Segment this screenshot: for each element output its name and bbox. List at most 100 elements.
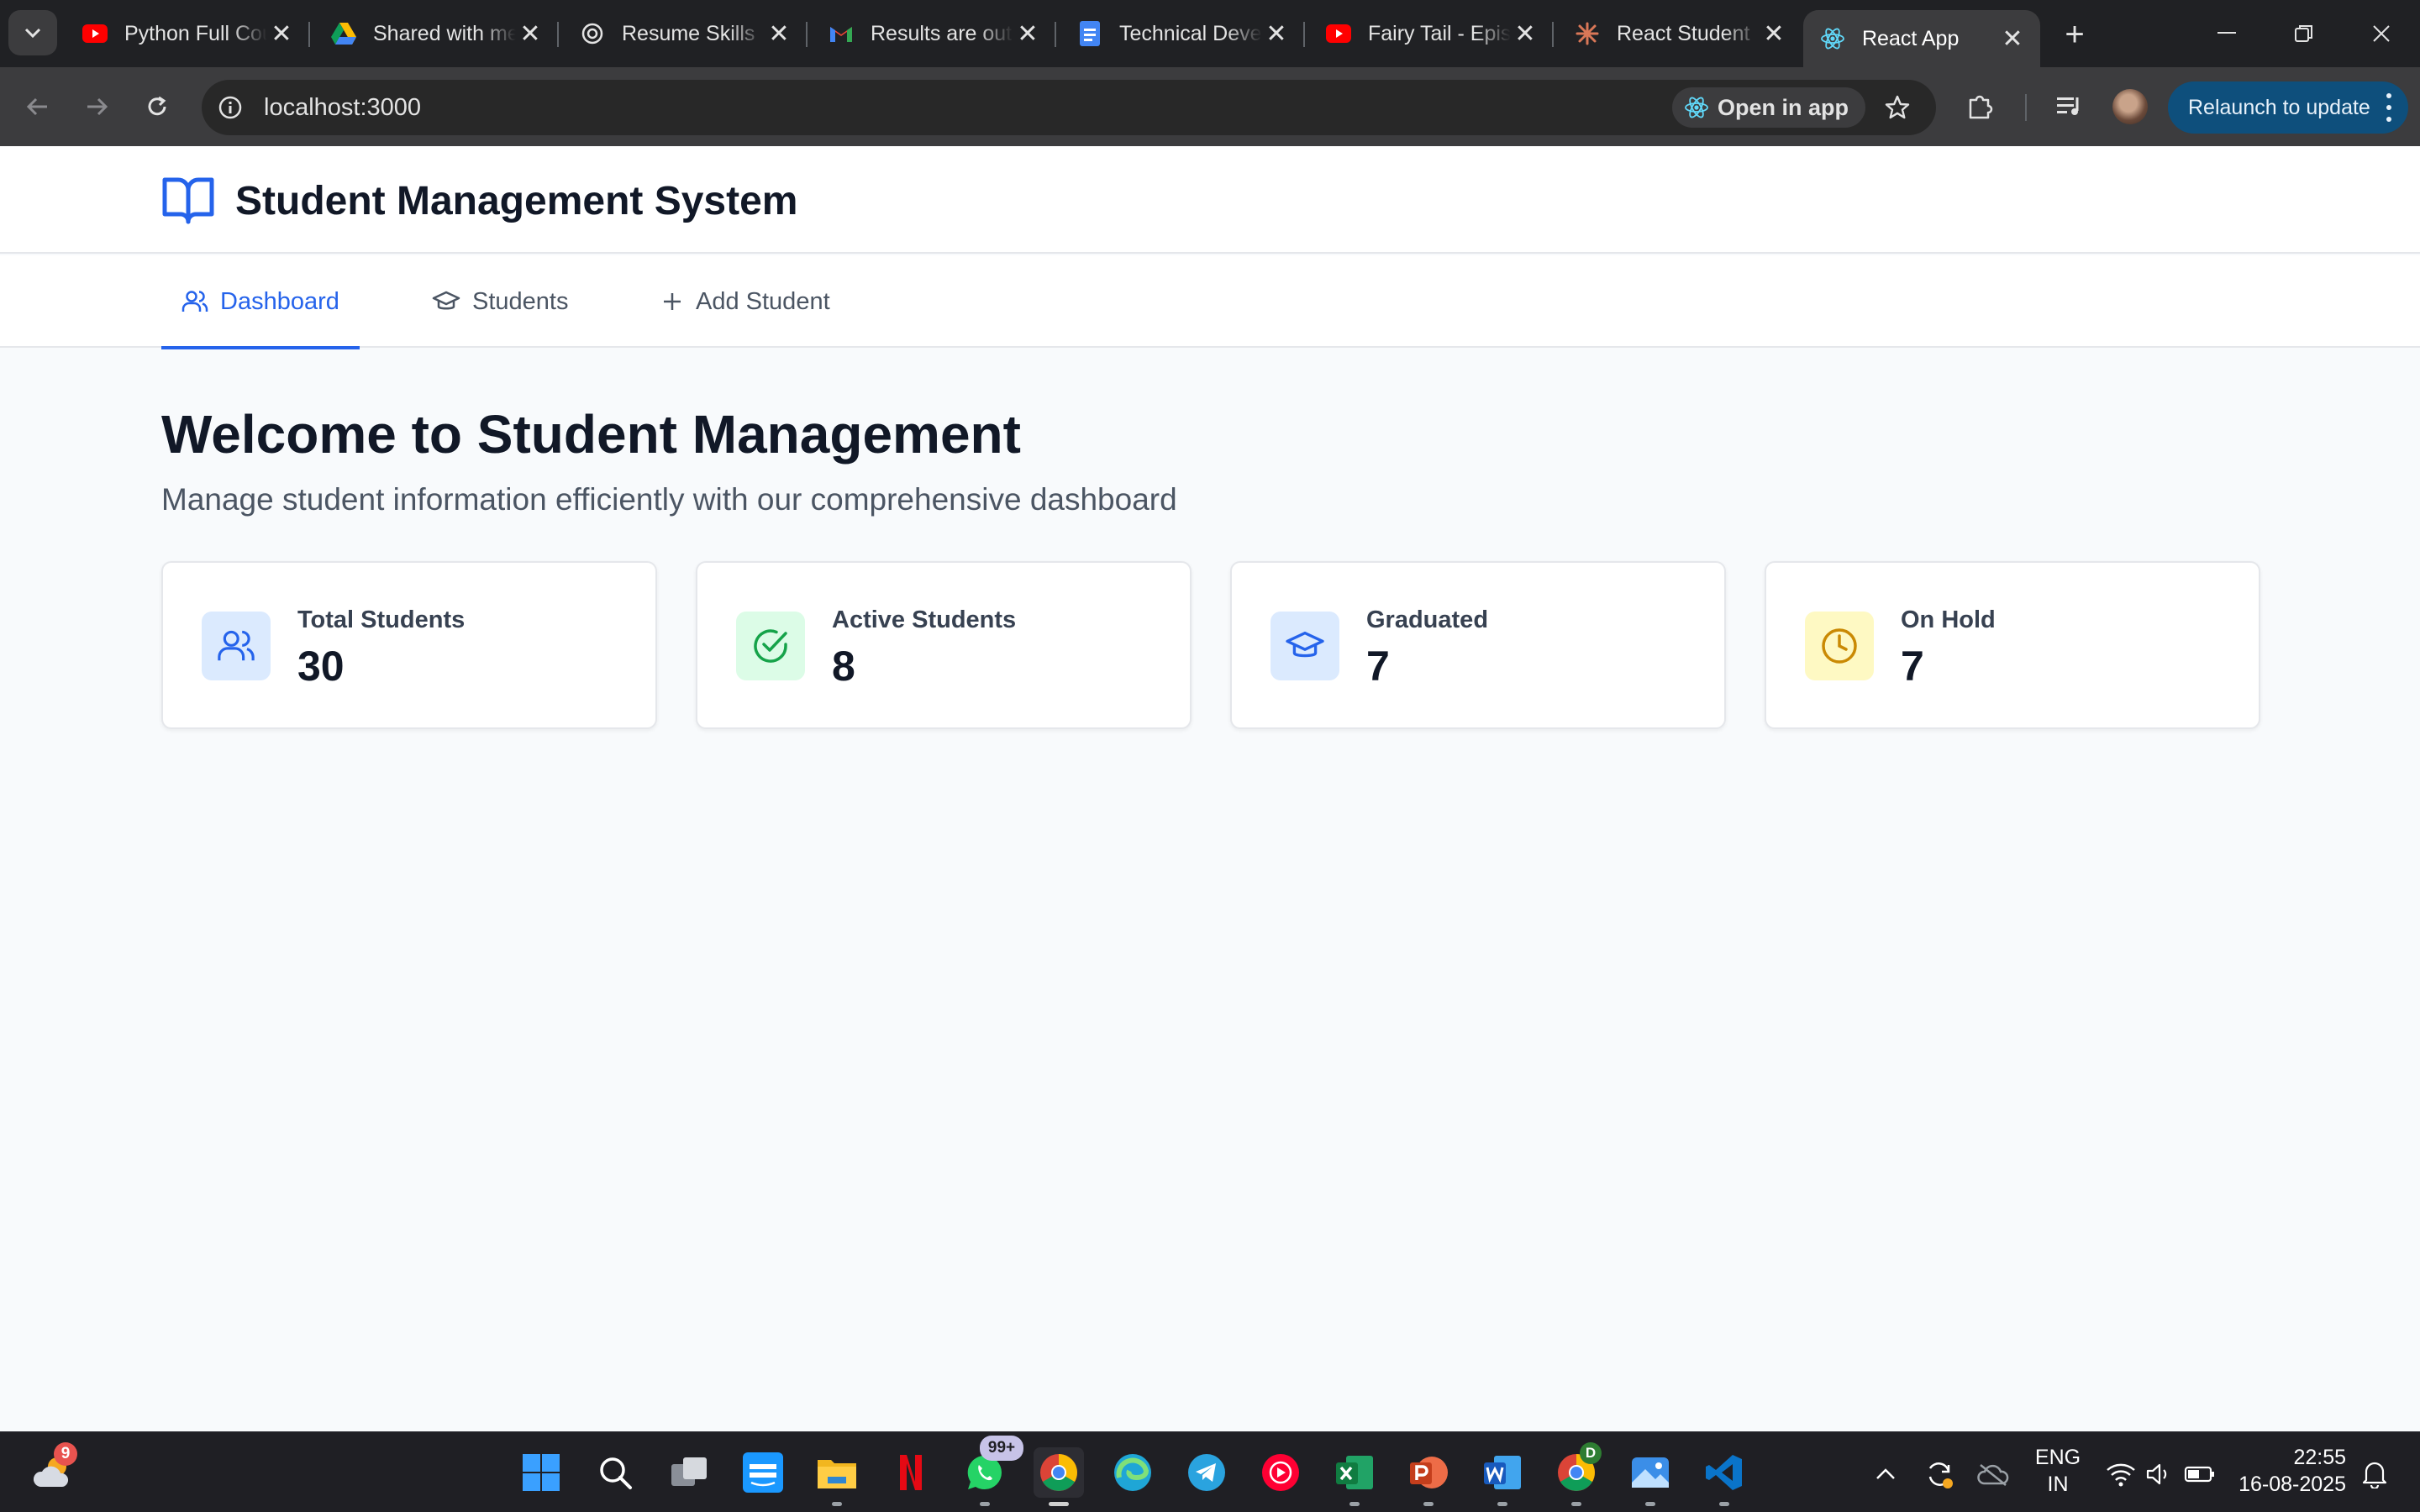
chevron-up-icon[interactable] bbox=[1869, 1457, 1902, 1491]
welcome-heading: Welcome to Student Management bbox=[161, 404, 1021, 465]
tab-add-student[interactable]: Add Student bbox=[640, 255, 850, 348]
media-control-icon[interactable] bbox=[2050, 87, 2089, 126]
close-tab-icon[interactable]: ✕ bbox=[1262, 19, 1291, 48]
stat-card-on-hold: On Hold 7 bbox=[1765, 561, 2260, 729]
wifi-icon[interactable] bbox=[2104, 1457, 2138, 1491]
weather-widget[interactable]: 9 bbox=[29, 1442, 79, 1498]
close-tab-icon[interactable]: ✕ bbox=[1013, 19, 1042, 48]
tab-title: Shared with me bbox=[373, 21, 516, 45]
tab-title: Fairy Tail - Episode bbox=[1368, 21, 1511, 45]
browser-tab[interactable]: Technical Developer ✕ bbox=[1060, 10, 1305, 57]
tab-students-label: Students bbox=[472, 287, 569, 315]
tab-add-student-label: Add Student bbox=[696, 287, 830, 315]
reload-button[interactable] bbox=[136, 86, 178, 128]
file-explorer-app[interactable] bbox=[812, 1447, 862, 1506]
search-button[interactable] bbox=[590, 1447, 640, 1498]
netflix-app[interactable] bbox=[886, 1447, 936, 1498]
stat-value: 7 bbox=[1366, 643, 1390, 690]
bookmark-star-icon[interactable] bbox=[1877, 87, 1918, 128]
close-tab-icon[interactable]: ✕ bbox=[1511, 19, 1539, 48]
windows-taskbar: 9 99+ D ENG IN 22:55 16-08-2025 bbox=[0, 1431, 2420, 1512]
restore-button[interactable] bbox=[2265, 0, 2343, 67]
main-nav: Dashboard Students Add Student bbox=[0, 255, 2420, 349]
plus-icon bbox=[664, 293, 681, 310]
whatsapp-badge: 99+ bbox=[980, 1436, 1023, 1461]
extensions-puzzle-icon[interactable] bbox=[1961, 87, 2000, 126]
close-tab-icon[interactable]: ✕ bbox=[267, 19, 296, 48]
chrome-icon bbox=[1040, 1454, 1077, 1491]
edge-app[interactable] bbox=[1107, 1447, 1158, 1498]
tab-search-button[interactable] bbox=[8, 10, 57, 55]
close-icon bbox=[2373, 25, 2390, 42]
browser-toolbar: localhost:3000 Open in app Relaunch to u… bbox=[0, 67, 2420, 146]
tab-dashboard-label: Dashboard bbox=[220, 287, 339, 315]
close-tab-icon[interactable]: ✕ bbox=[1760, 19, 1788, 48]
close-window-button[interactable] bbox=[2343, 0, 2420, 67]
minimize-button[interactable] bbox=[2188, 0, 2265, 67]
tab-divider bbox=[1055, 22, 1056, 47]
site-info-icon[interactable] bbox=[212, 89, 249, 126]
browser-tab-active[interactable]: React App ✕ bbox=[1803, 10, 2040, 67]
sync-icon[interactable] bbox=[1923, 1457, 1956, 1491]
powerpoint-app[interactable] bbox=[1403, 1447, 1454, 1506]
relaunch-to-update-button[interactable]: Relaunch to update bbox=[2168, 81, 2408, 134]
word-app[interactable] bbox=[1477, 1447, 1528, 1506]
vscode-app[interactable] bbox=[1699, 1447, 1749, 1506]
open-in-app-label: Open in app bbox=[1718, 94, 1849, 120]
more-options-icon[interactable] bbox=[2386, 93, 2391, 122]
browser-tab[interactable]: Resume Skills ✕ bbox=[563, 10, 808, 57]
browser-tab[interactable]: React Student ✕ bbox=[1558, 10, 1802, 57]
weather-badge: 9 bbox=[54, 1442, 77, 1466]
edge-icon bbox=[1114, 1454, 1151, 1491]
excel-app[interactable] bbox=[1329, 1447, 1380, 1506]
windows-logo-icon bbox=[523, 1454, 560, 1491]
prime-video-app[interactable] bbox=[738, 1447, 788, 1498]
browser-tab[interactable]: Python Full Course ✕ bbox=[66, 10, 310, 57]
photos-icon bbox=[1632, 1457, 1669, 1488]
close-tab-icon[interactable]: ✕ bbox=[516, 19, 544, 48]
tab-students[interactable]: Students bbox=[412, 255, 588, 348]
browser-tab[interactable]: Results are out ✕ bbox=[812, 10, 1056, 57]
start-button[interactable] bbox=[516, 1447, 566, 1498]
clock-icon bbox=[1805, 612, 1874, 680]
close-tab-icon[interactable]: ✕ bbox=[765, 19, 793, 48]
photos-app[interactable] bbox=[1625, 1447, 1676, 1506]
telegram-app[interactable] bbox=[1181, 1447, 1232, 1498]
stat-card-active-students: Active Students 8 bbox=[696, 561, 1192, 729]
youtube-music-app[interactable] bbox=[1255, 1447, 1306, 1498]
chrome-profile-app[interactable]: D bbox=[1551, 1442, 1602, 1506]
close-tab-icon[interactable]: ✕ bbox=[1998, 24, 2027, 53]
vscode-icon bbox=[1706, 1455, 1742, 1490]
open-in-app-button[interactable]: Open in app bbox=[1672, 87, 1866, 128]
clock-time: 22:55 bbox=[2293, 1446, 2346, 1469]
browser-tab[interactable]: Shared with me ✕ bbox=[314, 10, 559, 57]
clock-area[interactable]: 22:55 16-08-2025 bbox=[2228, 1444, 2346, 1498]
address-bar[interactable]: localhost:3000 Open in app bbox=[202, 80, 1936, 135]
new-tab-button[interactable]: + bbox=[2055, 15, 2094, 54]
forward-button[interactable] bbox=[76, 86, 118, 128]
onedrive-offline-icon[interactable] bbox=[1976, 1457, 2010, 1491]
stat-label: Active Students bbox=[832, 606, 1017, 633]
whatsapp-app[interactable]: 99+ bbox=[960, 1436, 1023, 1506]
tab-title: React App bbox=[1862, 26, 1960, 50]
task-view-button[interactable] bbox=[664, 1447, 714, 1498]
chatgpt-icon bbox=[580, 21, 605, 46]
back-button[interactable] bbox=[17, 86, 59, 128]
chrome-app[interactable] bbox=[1034, 1447, 1084, 1506]
tab-dashboard[interactable]: Dashboard bbox=[161, 255, 360, 349]
url-text[interactable]: localhost:3000 bbox=[264, 94, 421, 122]
browser-tab[interactable]: Fairy Tail - Episode ✕ bbox=[1309, 10, 1554, 57]
language-code: ENG bbox=[2034, 1446, 2081, 1469]
notification-bell-icon[interactable] bbox=[2358, 1457, 2391, 1491]
tab-title: Resume Skills bbox=[622, 21, 755, 45]
language-indicator[interactable]: ENG IN bbox=[2028, 1444, 2087, 1498]
toolbar-divider bbox=[2025, 94, 2027, 121]
users-icon bbox=[202, 612, 271, 680]
task-view-icon bbox=[671, 1457, 707, 1486]
battery-icon[interactable] bbox=[2183, 1457, 2217, 1491]
powerpoint-icon bbox=[1410, 1457, 1448, 1488]
profile-avatar[interactable] bbox=[2112, 89, 2148, 124]
chrome-profile-badge: D bbox=[1580, 1442, 1602, 1464]
volume-icon[interactable] bbox=[2143, 1457, 2176, 1491]
tab-divider bbox=[806, 22, 808, 47]
